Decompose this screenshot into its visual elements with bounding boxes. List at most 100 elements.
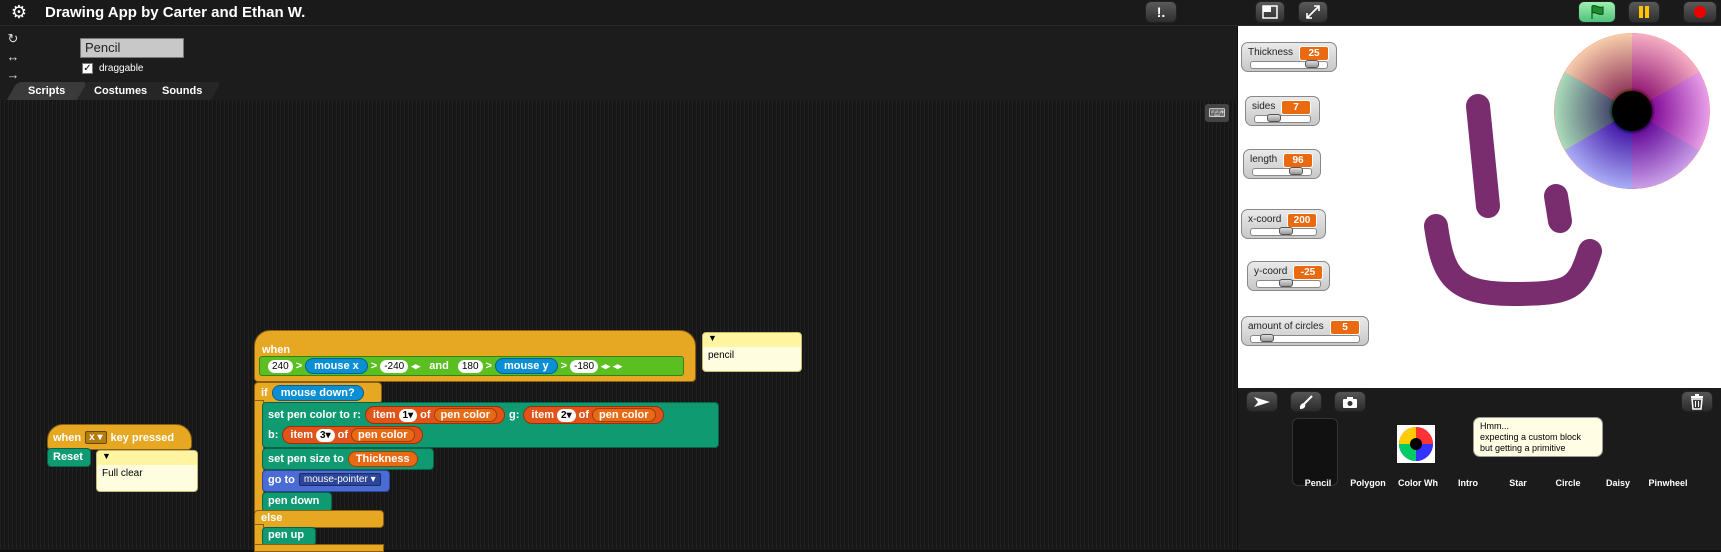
sprite-name-label: Color Wh [1398,478,1438,488]
watcher-amount-of-circles[interactable]: amount of circles 5 [1241,316,1369,346]
rotate-icon[interactable]: ↻ [6,32,20,46]
sprite-name-label: Star [1509,478,1527,488]
pen-color-var[interactable]: pen color [351,428,415,442]
y-limit-slot[interactable]: 180 [457,359,483,373]
sprite-tile-polygon[interactable]: Polygon [1342,418,1394,488]
set-pen-color-block[interactable]: set pen color to r: item 1▾ of pen color g… [262,402,719,448]
camera-icon [1343,396,1357,408]
top-bar: ⚙ Drawing App by Carter and Ethan W. !. [0,0,1721,26]
comment-pencil[interactable]: ▼ pencil [702,332,802,372]
thickness-var[interactable]: Thickness [347,451,418,467]
delete-sprite-button[interactable] [1681,391,1713,412]
watcher-thickness[interactable]: Thickness 25 [1241,42,1337,72]
keyboard-icon[interactable]: ⌨ [1205,104,1229,122]
go-to-dropdown[interactable]: mouse-pointer ▾ [298,473,381,486]
item-r-reporter[interactable]: item 1▾ of pen color [364,406,506,424]
green-flag-button[interactable] [1578,1,1616,23]
sprite-name-label: Daisy [1605,478,1631,488]
stop-button[interactable] [1683,1,1717,23]
tab-scripts[interactable]: Scripts [6,82,88,100]
watcher-value: -25 [1293,265,1323,280]
sprite-name-label: Polygon [1350,478,1386,488]
x-min-slot[interactable]: -240 [380,359,409,373]
stage[interactable]: Thickness 25 sides 7 length 96 x-coord 200 y-coo… [1238,26,1721,388]
watcher-label: Thickness [1248,47,1294,58]
color-wheel-thumbnail [1397,425,1435,463]
sprite-tile-pencil[interactable]: Pencil [1292,418,1344,488]
no-rotate-icon[interactable]: → [6,68,20,82]
mouse-y-reporter[interactable]: mouse y [494,358,558,374]
when-key-pressed-block[interactable]: when x ▾ key pressed [47,424,192,450]
watcher-slider[interactable] [1250,60,1328,69]
fullscreen-button[interactable] [1298,1,1328,23]
pause-icon [1639,6,1649,18]
draggable-label: draggable [99,63,144,74]
left-right-icon[interactable]: ↔ [6,50,20,64]
stage-size-button[interactable] [1255,1,1285,23]
set-pen-size-block[interactable]: set pen size to Thickness [262,448,434,470]
mouse-x-reporter[interactable]: mouse x [305,358,368,374]
pen-color-var[interactable]: pen color [592,408,656,422]
sprite-name-label: Circle [1555,478,1581,488]
watcher-slider[interactable] [1252,167,1312,176]
key-dropdown[interactable]: x ▾ [85,431,107,444]
watcher-label: y-coord [1254,266,1288,277]
pen-down-block[interactable]: pen down [262,492,332,512]
tab-strip: Costumes Sounds Scripts [0,82,1237,100]
watcher-label: length [1250,154,1278,165]
go-to-block[interactable]: go to mouse-pointer ▾ [262,470,390,492]
sprite-name-label: Pinwheel [1648,478,1688,488]
slider-knob[interactable] [1279,279,1293,287]
watcher-slider[interactable] [1254,114,1311,123]
sprite-tile-color-wh[interactable]: Color Wh [1392,418,1444,488]
watcher-slider[interactable] [1256,279,1321,288]
selected-sprite-highlight [1292,418,1338,486]
sprite-name-field[interactable]: Pencil [80,38,184,58]
slider-knob[interactable] [1267,114,1281,122]
pause-button[interactable] [1628,1,1660,23]
project-title: Drawing App by Carter and Ethan W. [45,4,306,21]
slider-knob[interactable] [1260,334,1274,342]
else-block[interactable]: else [254,510,384,528]
variadic-arrows-icon[interactable]: ◂▸ [613,361,622,372]
paint-new-sprite-button[interactable] [1290,391,1322,412]
watcher-value: 25 [1299,46,1329,61]
if-block[interactable]: if mouse down? [254,382,382,404]
item-b-reporter[interactable]: item 3▾ of pen color [282,426,423,444]
arrow-icon [1254,396,1270,407]
collapse-icon[interactable]: ▼ [708,333,717,343]
mouse-down-reporter[interactable]: mouse down? [271,385,364,401]
collapse-icon[interactable]: ▼ [102,451,111,461]
and-predicate[interactable]: 240 > mouse x > -240 ◂▸ and 180 > mouse … [259,356,684,376]
watcher-slider[interactable] [1250,334,1360,343]
variadic-arrows-icon[interactable]: ◂▸ [411,361,420,372]
watcher-y-coord[interactable]: y-coord -25 [1247,261,1330,291]
slider-knob[interactable] [1305,60,1319,68]
slider-knob[interactable] [1279,227,1293,235]
comment-full-clear[interactable]: ▼ Full clear [96,450,198,492]
x-limit-slot[interactable]: 240 [268,359,293,373]
sprite-tile-pinwheel[interactable]: Pinwheel [1642,418,1694,488]
turtle-button[interactable] [1246,391,1278,412]
draggable-checkbox[interactable]: ✓ [82,63,93,74]
watcher-slider[interactable] [1250,227,1317,236]
variadic-arrows-icon[interactable]: ◂▸ [601,361,610,372]
tab-sounds[interactable]: Sounds [142,82,222,100]
watcher-length[interactable]: length 96 [1243,149,1321,179]
watcher-x-coord[interactable]: x-coord 200 [1241,209,1326,239]
item-g-reporter[interactable]: item 2▾ of pen color [523,406,664,424]
watcher-sides[interactable]: sides 7 [1245,96,1320,126]
settings-button[interactable]: !. [1145,1,1177,23]
sprite-name-label: Intro [1458,478,1478,488]
slider-knob[interactable] [1289,167,1303,175]
else-footer [254,544,384,552]
when-condition-block[interactable]: when 240 > mouse x > -240 ◂▸ and 180 > m… [254,330,696,382]
stage-size-icon [1262,5,1278,19]
camera-button[interactable] [1334,391,1366,412]
reset-block[interactable]: Reset [47,448,91,467]
color-wheel [1554,33,1710,189]
y-min-slot[interactable]: -180 [570,359,599,373]
exclamation-icon: !. [1156,4,1166,20]
pen-color-var[interactable]: pen color [433,408,498,422]
gear-icon[interactable]: ⚙ [10,3,28,21]
